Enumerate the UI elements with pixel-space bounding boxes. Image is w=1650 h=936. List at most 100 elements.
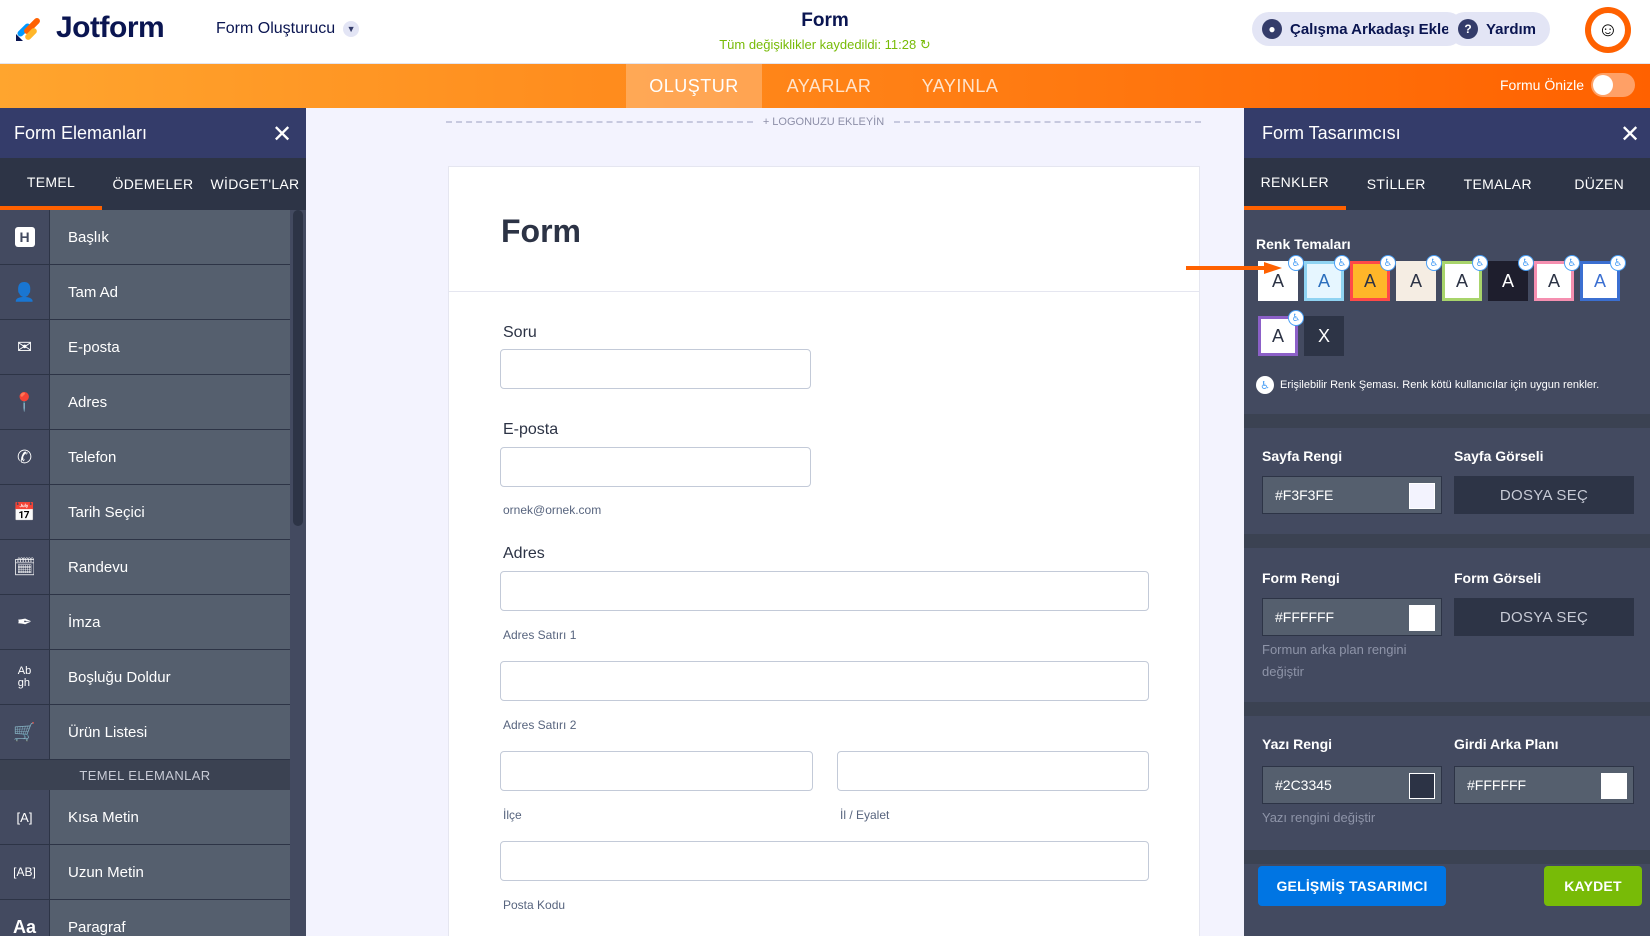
- short-text-icon: [A]: [0, 790, 50, 844]
- swatch-letter: A: [1271, 325, 1284, 346]
- element-label: Boşluğu Doldur: [68, 668, 171, 686]
- address-line1-input[interactable]: [500, 571, 1149, 611]
- add-collaborator-label: Çalışma Arkadaşı Ekle: [1290, 20, 1450, 38]
- email-sublabel: ornek@ornek.com: [503, 503, 602, 517]
- accessible-note: ♿ Erişilebilir Renk Şeması. Renk kötü ku…: [1256, 376, 1599, 394]
- element-short-text[interactable]: [A] Kısa Metin: [0, 790, 290, 845]
- divider: [1244, 534, 1650, 548]
- divider: [1244, 414, 1650, 428]
- divider: [1244, 702, 1650, 716]
- map-pin-icon: 📍: [0, 375, 50, 429]
- close-icon[interactable]: ✕: [1620, 120, 1640, 149]
- element-email[interactable]: ✉ E-posta: [0, 320, 290, 375]
- tab-basic[interactable]: TEMEL: [0, 158, 102, 210]
- tab-themes[interactable]: TEMALAR: [1447, 158, 1549, 210]
- element-phone[interactable]: ✆ Telefon: [0, 430, 290, 485]
- preview-label: Formu Önizle: [1500, 77, 1585, 93]
- element-list-scrollbar[interactable]: [290, 210, 306, 936]
- element-product-list[interactable]: 🛒 Ürün Listesi: [0, 705, 290, 760]
- text-color-swatch[interactable]: [1409, 773, 1435, 799]
- swatch-letter: A: [1501, 270, 1514, 291]
- accessibility-icon: ♿: [1288, 310, 1304, 326]
- advanced-designer-button[interactable]: GELİŞMİŞ TASARIMCI: [1258, 866, 1446, 906]
- text-color-field[interactable]: #2C3345: [1262, 766, 1442, 804]
- tab-widgets[interactable]: WİDGET'LAR: [204, 158, 306, 210]
- tab-layout[interactable]: DÜZEN: [1549, 158, 1650, 210]
- avatar[interactable]: ☺: [1585, 7, 1631, 53]
- element-long-text[interactable]: [AB] Uzun Metin: [0, 845, 290, 900]
- form-canvas: + LOGONUZU EKLEYİN Form Soru E-posta orn…: [306, 108, 1244, 936]
- preview-toggle[interactable]: [1591, 73, 1635, 97]
- pen-icon: ✒: [0, 595, 50, 649]
- color-theme-swatch[interactable]: A ♿: [1488, 255, 1534, 301]
- input-bg-label: Girdi Arka Planı: [1454, 736, 1559, 752]
- element-address[interactable]: 📍 Adres: [0, 375, 290, 430]
- tab-settings[interactable]: AYARLAR: [774, 64, 884, 108]
- form-color-swatch[interactable]: [1409, 605, 1435, 631]
- accessibility-icon: ♿: [1518, 255, 1534, 271]
- tab-styles[interactable]: STİLLER: [1346, 158, 1448, 210]
- form-designer-title: Form Tasarımcısı: [1262, 122, 1401, 143]
- no-theme-swatch[interactable]: X: [1304, 316, 1344, 356]
- district-input[interactable]: [500, 751, 813, 791]
- tab-payments[interactable]: ÖDEMELER: [102, 158, 204, 210]
- swatch-letter: A: [1317, 270, 1330, 291]
- page-color-swatch[interactable]: [1409, 483, 1435, 509]
- accessibility-icon: ♿: [1380, 255, 1396, 271]
- help-button[interactable]: ? Yardım: [1448, 12, 1551, 46]
- element-list: H Başlık 👤 Tam Ad ✉ E-posta 📍 Adres ✆ Telefon…: [0, 210, 290, 936]
- color-theme-swatch[interactable]: A ♿: [1350, 255, 1396, 301]
- color-theme-swatch[interactable]: A ♿: [1396, 255, 1442, 301]
- postal-code-input[interactable]: [500, 841, 1149, 881]
- tab-publish[interactable]: YAYINLA: [905, 64, 1015, 108]
- tab-build[interactable]: OLUŞTUR: [626, 64, 762, 108]
- accessibility-icon: ♿: [1288, 255, 1304, 271]
- text-color-hint: Yazı rengini değiştir: [1262, 810, 1376, 825]
- element-appointment[interactable]: 🗓 Randevu: [0, 540, 290, 595]
- input-bg-swatch[interactable]: [1601, 773, 1627, 799]
- close-icon[interactable]: ✕: [272, 120, 292, 149]
- long-text-icon: [AB]: [0, 845, 50, 899]
- element-signature[interactable]: ✒ İmza: [0, 595, 290, 650]
- form-designer-panel: Form Tasarımcısı ✕ RENKLER STİLLER TEMAL…: [1244, 108, 1650, 936]
- save-button[interactable]: KAYDET: [1544, 866, 1642, 906]
- form-heading[interactable]: Form: [449, 167, 1199, 292]
- province-input[interactable]: [837, 751, 1149, 791]
- scrollbar-thumb[interactable]: [293, 210, 303, 526]
- address-line2-input[interactable]: [500, 661, 1149, 701]
- tab-colors[interactable]: RENKLER: [1244, 158, 1346, 210]
- color-themes-title: Renk Temaları: [1256, 236, 1351, 252]
- color-theme-swatch[interactable]: A ♿: [1304, 255, 1350, 301]
- element-full-name[interactable]: 👤 Tam Ad: [0, 265, 290, 320]
- accessibility-icon: ♿: [1564, 255, 1580, 271]
- element-date-picker[interactable]: 📅 Tarih Seçici: [0, 485, 290, 540]
- form-image-label: Form Görseli: [1454, 570, 1542, 586]
- question-input[interactable]: [500, 349, 811, 389]
- element-label: Uzun Metin: [68, 863, 144, 881]
- swatch-letter: A: [1455, 270, 1468, 291]
- page-color-field[interactable]: #F3F3FE: [1262, 476, 1442, 514]
- envelope-icon: ✉: [0, 320, 50, 374]
- address-label: Adres: [503, 545, 545, 562]
- color-theme-swatch[interactable]: A ♿: [1534, 255, 1580, 301]
- color-theme-swatch[interactable]: A ♿: [1442, 255, 1488, 301]
- element-paragraph[interactable]: Aa Paragraf: [0, 900, 290, 936]
- form-color-field[interactable]: #FFFFFF: [1262, 598, 1442, 636]
- form-image-choose-file-button[interactable]: DOSYA SEÇ: [1454, 598, 1634, 636]
- form-color-value: #FFFFFF: [1275, 609, 1335, 625]
- color-theme-swatch[interactable]: A ♿: [1258, 310, 1304, 356]
- element-label: Başlık: [68, 228, 109, 246]
- phone-icon: ✆: [0, 430, 50, 484]
- add-logo-label: + LOGONUZU EKLEYİN: [762, 116, 885, 128]
- help-label: Yardım: [1486, 20, 1537, 38]
- page-image-choose-file-button[interactable]: DOSYA SEÇ: [1454, 476, 1634, 514]
- top-bar: Jotform Form Oluşturucu ▼ Form Tüm değiş…: [0, 0, 1650, 64]
- input-bg-field[interactable]: #FFFFFF: [1454, 766, 1634, 804]
- element-fill-blank[interactable]: Ab gh Boşluğu Doldur: [0, 650, 290, 705]
- add-logo-bar[interactable]: + LOGONUZU EKLEYİN: [446, 116, 1201, 128]
- form-elements-header: Form Elemanları: [0, 108, 306, 158]
- color-theme-swatch[interactable]: A ♿: [1580, 255, 1626, 301]
- email-field[interactable]: [500, 447, 811, 487]
- element-heading[interactable]: H Başlık: [0, 210, 290, 265]
- add-collaborator-button[interactable]: ● Çalışma Arkadaşı Ekle: [1252, 12, 1464, 46]
